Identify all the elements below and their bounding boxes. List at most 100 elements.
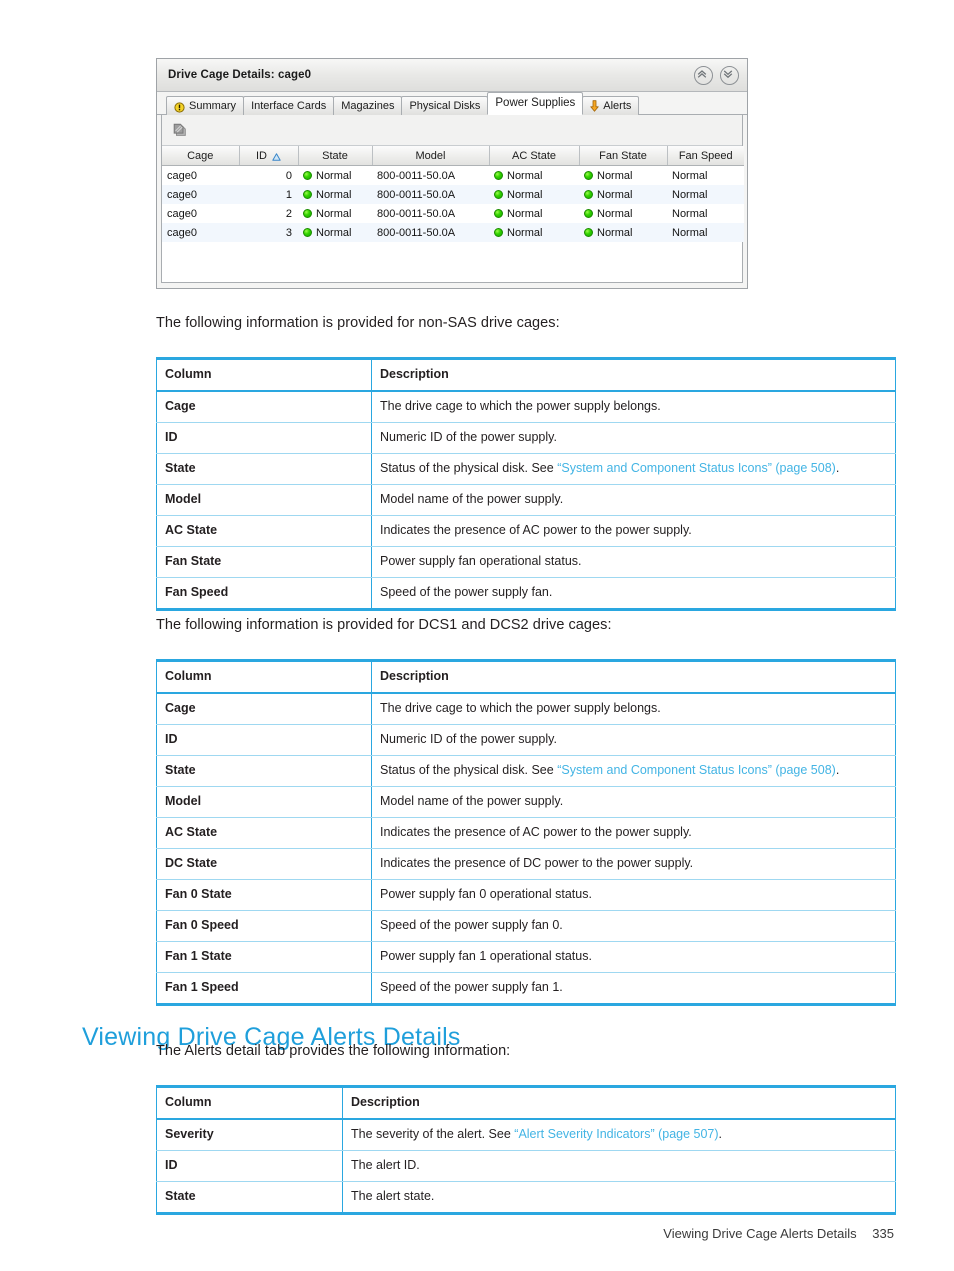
column-header-state[interactable]: State	[298, 146, 373, 166]
cell-state: Normal	[298, 166, 372, 186]
tab-label: Power Supplies	[495, 97, 576, 109]
status-ok-icon	[584, 209, 593, 218]
grid-toolbar	[162, 115, 742, 146]
cell-column-name: Fan 1 State	[156, 941, 372, 973]
grid-header-row: Cage ID State Model AC State Fan State F…	[162, 146, 744, 166]
cell-description: Power supply fan operational status.	[371, 546, 896, 578]
cell-column-name: State	[156, 1181, 343, 1215]
table-header-row: Column Description	[156, 659, 896, 694]
cell-ac-state: Normal	[489, 223, 579, 242]
cell-cage: cage0	[167, 169, 197, 182]
footer-section-title: Viewing Drive Cage Alerts Details	[663, 1226, 857, 1241]
table-row[interactable]: cage0 1 Normal 800-0011-50.0A Normal Normal No…	[162, 185, 744, 204]
cell-column-name: AC State	[156, 817, 372, 849]
cell-fan-state: Normal	[579, 185, 667, 204]
cell-description: The alert ID.	[342, 1150, 896, 1182]
status-ok-icon	[494, 171, 503, 180]
cross-reference-link[interactable]: “Alert Severity Indicators” (page 507)	[514, 1127, 718, 1141]
cell-column-name: Cage	[156, 693, 372, 725]
cross-reference-link[interactable]: “System and Component Status Icons” (pag…	[557, 461, 836, 475]
cell-cage: cage0	[167, 188, 197, 201]
cell-column-name: Fan Speed	[156, 577, 372, 611]
status-ok-icon	[494, 228, 503, 237]
cell-description: Indicates the presence of AC power to th…	[371, 817, 896, 849]
column-header-fan-state[interactable]: Fan State	[579, 146, 668, 166]
cell-column-name: ID	[156, 1150, 343, 1182]
cell-description: Power supply fan 1 operational status.	[371, 941, 896, 973]
column-header-ac-state[interactable]: AC State	[489, 146, 580, 166]
cell-description: Numeric ID of the power supply.	[371, 422, 896, 454]
header-label: ID	[256, 149, 267, 162]
table-row: ID Numeric ID of the power supply.	[156, 422, 896, 454]
table-row: Fan Speed Speed of the power supply fan.	[156, 577, 896, 611]
table-row: Fan 1 Speed Speed of the power supply fan…	[156, 972, 896, 1006]
panel-titlebar: Drive Cage Details: cage0	[157, 59, 747, 92]
cell-column-name: AC State	[156, 515, 372, 547]
cell-state: Normal	[298, 223, 372, 242]
column-header-fan-speed[interactable]: Fan Speed	[667, 146, 744, 166]
column-header-cage[interactable]: Cage	[162, 146, 240, 166]
cell-state: Normal	[298, 185, 372, 204]
table-row: DC State Indicates the presence of DC pow…	[156, 848, 896, 880]
tab-label: Interface Cards	[251, 99, 327, 112]
tab-label: Alerts	[603, 99, 632, 112]
cell-cage: cage0	[167, 207, 197, 220]
intro-paragraph-non-sas: The following information is provided fo…	[156, 315, 560, 331]
table-row: Fan State Power supply fan operational st…	[156, 546, 896, 578]
cell-description: Speed of the power supply fan.	[371, 577, 896, 611]
cell-id: 1	[285, 188, 292, 201]
cell-column-name: Model	[156, 484, 372, 516]
cell-column-name: DC State	[156, 848, 372, 880]
tab-alerts[interactable]: Alerts	[582, 96, 640, 115]
header-description: Description	[342, 1085, 896, 1120]
collapse-all-button[interactable]	[694, 65, 713, 85]
cell-column-name: Fan 0 Speed	[156, 910, 372, 942]
cross-reference-link[interactable]: “System and Component Status Icons” (pag…	[557, 763, 836, 777]
tab-label: Magazines	[341, 99, 395, 112]
table-row[interactable]: cage0 3 Normal 800-0011-50.0A Normal Normal No…	[162, 223, 744, 242]
column-header-model[interactable]: Model	[372, 146, 490, 166]
sort-ascending-icon	[272, 152, 281, 161]
cell-description: The alert state.	[342, 1181, 896, 1215]
tab-interface-cards[interactable]: Interface Cards	[243, 96, 335, 115]
table-header-row: Column Description	[156, 357, 896, 392]
cell-fan-speed: Normal	[672, 188, 708, 201]
tab-summary[interactable]: Summary	[166, 96, 245, 115]
column-header-id[interactable]: ID	[239, 146, 299, 166]
cell-description: The severity of the alert. See “Alert Se…	[342, 1119, 896, 1151]
expand-all-button[interactable]	[720, 65, 739, 85]
cell-description: Speed of the power supply fan 1.	[371, 972, 896, 1006]
warning-icon	[174, 101, 185, 113]
status-ok-icon	[584, 228, 593, 237]
cell-fan-state: Normal	[579, 223, 667, 242]
table-row: Fan 1 State Power supply fan 1 operationa…	[156, 941, 896, 973]
cell-description: Model name of the power supply.	[371, 786, 896, 818]
drive-cage-details-panel: Drive Cage Details: cage0 Summary Interf…	[156, 58, 748, 289]
tab-power-supplies[interactable]: Power Supplies	[487, 92, 584, 115]
table-row: State Status of the physical disk. See “S…	[156, 755, 896, 787]
cell-fan-state: Normal	[579, 204, 667, 223]
cell-description: The drive cage to which the power supply…	[371, 391, 896, 423]
cell-ac-state: Normal	[489, 204, 579, 223]
tab-physical-disks[interactable]: Physical Disks	[401, 96, 489, 115]
table-row[interactable]: cage0 2 Normal 800-0011-50.0A Normal Normal No…	[162, 204, 744, 223]
cell-column-name: State	[156, 453, 372, 485]
table-row: Model Model name of the power supply.	[156, 484, 896, 516]
table-row: Fan 0 Speed Speed of the power supply fan…	[156, 910, 896, 942]
table-row: ID The alert ID.	[156, 1150, 896, 1182]
cell-column-name: Severity	[156, 1119, 343, 1151]
table-row: Model Model name of the power supply.	[156, 786, 896, 818]
cell-model: 800-0011-50.0A	[377, 169, 456, 182]
dcs-columns-table: Column Description Cage The drive cage to…	[156, 659, 896, 1006]
table-row: AC State Indicates the presence of AC pow…	[156, 515, 896, 547]
cell-cage: cage0	[167, 226, 197, 239]
table-row[interactable]: cage0 0 Normal 800-0011-50.0A Normal Normal No…	[162, 165, 744, 186]
cell-id: 0	[285, 169, 292, 182]
tab-magazines[interactable]: Magazines	[333, 96, 403, 115]
cell-ac-state: Normal	[489, 166, 579, 186]
tab-label: Physical Disks	[409, 99, 481, 112]
copy-pages-icon[interactable]	[171, 121, 189, 139]
status-ok-icon	[303, 209, 312, 218]
status-ok-icon	[494, 209, 503, 218]
cell-column-name: Model	[156, 786, 372, 818]
